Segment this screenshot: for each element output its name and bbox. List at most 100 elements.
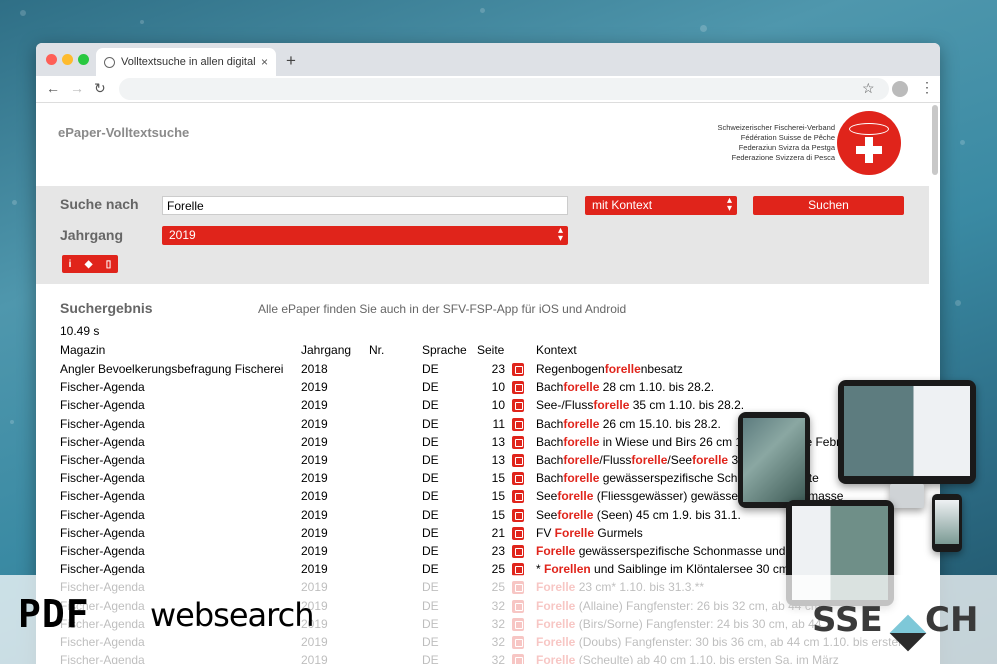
pdf-open-icon[interactable] (512, 363, 524, 376)
browser-menu-icon[interactable]: ⋮ (920, 79, 934, 96)
search-label: Suche nach (60, 196, 139, 212)
cell-magazin: Fischer-Agenda (60, 453, 145, 467)
cell-jahrgang: 2019 (301, 489, 328, 504)
pdf-open-icon[interactable] (512, 399, 524, 413)
close-tab-icon[interactable]: × (261, 55, 268, 69)
cell-magazin: Fischer-Agenda (60, 380, 145, 395)
cell-jahrgang: 2019 (301, 453, 328, 467)
cell-seite: 10 (491, 380, 505, 395)
column-header-kontext: Kontext (536, 343, 577, 357)
context-text: gewässerspezifische Schonmasse und (575, 544, 786, 558)
context-text: Bach (536, 416, 564, 431)
cell-seite: 23 (491, 362, 505, 376)
column-header-magazin: Magazin (60, 343, 106, 357)
cell-seite: 10 (491, 398, 505, 413)
cell-sprache: DE (422, 507, 439, 522)
column-header-jahrgang: Jahrgang (301, 343, 352, 357)
pdf-open-icon[interactable] (512, 454, 524, 467)
context-text: See (536, 489, 558, 504)
new-tab-button[interactable]: + (286, 51, 296, 71)
smartphone-image (932, 494, 962, 552)
pdf-open-icon[interactable] (512, 435, 524, 449)
search-hit-highlight: forelle (593, 398, 630, 413)
cell-magazin: Angler Bevoelkerungsbefragung Fischerei (60, 362, 284, 376)
cell-jahrgang: 2019 (301, 525, 328, 540)
tab-title: Volltextsuche in allen digitalen M (121, 56, 255, 68)
pdf-open-icon[interactable] (512, 381, 524, 395)
cell-sprache: DE (422, 453, 439, 467)
search-hit-highlight: forelle (557, 507, 594, 522)
search-input[interactable]: Forelle (162, 196, 568, 215)
cell-sprache: DE (422, 398, 439, 413)
cell-seite: 15 (491, 471, 505, 486)
search-button[interactable]: Suchen (753, 196, 904, 215)
context-text: Bach (536, 471, 564, 486)
cell-jahrgang: 2019 (301, 380, 328, 395)
page-scrollbar[interactable] (932, 105, 938, 175)
cell-magazin: Fischer-Agenda (60, 471, 145, 486)
reload-icon[interactable]: ↻ (94, 80, 106, 97)
cell-sprache: DE (422, 416, 439, 431)
column-header-seite: Seite (477, 343, 505, 357)
cell-kontext: FV Forelle Gurmels (536, 526, 643, 540)
cell-jahrgang: 2019 (301, 544, 328, 558)
profile-avatar-icon[interactable] (892, 81, 908, 97)
app-links: i ◆ ▯ (62, 255, 118, 273)
mobile-icon[interactable]: ▯ (106, 259, 112, 270)
swiss-cross-icon (856, 146, 882, 154)
pdf-open-icon[interactable] (512, 490, 524, 504)
page-title: ePaper-Volltextsuche (58, 125, 190, 140)
context-select[interactable]: mit Kontext ▴ ▾ (585, 196, 737, 215)
fish-icon (849, 123, 889, 135)
select-arrows-icon: ▴ ▾ (726, 195, 732, 214)
android-icon[interactable]: ◆ (85, 259, 93, 270)
maximize-window-button[interactable] (78, 54, 89, 65)
address-bar[interactable] (119, 78, 889, 100)
forward-arrow-icon[interactable]: → (70, 80, 84, 96)
pdf-open-icon[interactable] (512, 472, 524, 486)
ch-brand-text: CH (925, 600, 979, 640)
minimize-window-button[interactable] (62, 54, 73, 65)
cell-sprache: DE (422, 525, 439, 540)
search-hit-highlight: forelle (692, 453, 729, 467)
info-icon[interactable]: i (69, 259, 72, 270)
search-hit-highlight: forelle (631, 453, 668, 467)
pdf-brand-text: PDF (18, 592, 90, 636)
year-select[interactable]: 2019 ▴ ▾ (162, 226, 568, 245)
search-hit-highlight: forelle (563, 453, 600, 467)
cell-sprache: DE (422, 489, 439, 504)
cell-magazin: Fischer-Agenda (60, 434, 145, 449)
context-text: 26 cm 15.10. bis 28.2. (599, 416, 721, 431)
pdf-open-icon[interactable] (512, 508, 524, 522)
context-text: See-/Fluss (536, 398, 594, 413)
table-row[interactable]: Angler Bevoelkerungsbefragung Fischerei 2… (36, 362, 929, 380)
table-row[interactable]: Fischer-Agenda 2019 DE 10 Bachforelle 28 cm … (36, 380, 929, 398)
context-text: Bach (536, 453, 564, 467)
sfv-logo (837, 111, 901, 175)
cell-kontext: Bachforelle 26 cm 15.10. bis 28.2. (536, 417, 721, 431)
context-text: nbesatz (640, 362, 683, 376)
pdf-open-icon[interactable] (512, 545, 524, 558)
bookmark-star-icon[interactable]: ☆ (862, 80, 875, 97)
context-text: Bach (536, 380, 564, 395)
pdf-open-icon[interactable] (512, 526, 524, 540)
cell-kontext: See-/Flussforelle 35 cm 1.10. bis 28.2. (536, 398, 744, 412)
globe-icon (104, 56, 115, 68)
browser-tab[interactable]: Volltextsuche in allen digitalen M × (96, 48, 276, 76)
cell-seite: 13 (491, 434, 505, 449)
cell-jahrgang: 2018 (301, 362, 328, 376)
pdf-open-icon[interactable] (512, 417, 524, 431)
search-hit-highlight: Forelle (554, 525, 595, 540)
browser-toolbar: ← → ↻ ☆ ⋮ (36, 76, 940, 103)
context-text: See (536, 507, 558, 522)
sse-brand-text: SSE (812, 600, 883, 640)
search-time: 10.49 s (60, 324, 100, 338)
cell-magazin: Fischer-Agenda (60, 489, 145, 504)
desktop-monitor-image (838, 380, 976, 484)
cell-kontext: Bachforelle 28 cm 1.10. bis 28.2. (536, 380, 714, 394)
cell-jahrgang: 2019 (301, 507, 328, 522)
federation-names: Schweizerischer Fischerei-Verband Fédéra… (717, 123, 835, 162)
back-arrow-icon[interactable]: ← (46, 80, 60, 96)
close-window-button[interactable] (46, 54, 57, 65)
cell-magazin: Fischer-Agenda (60, 525, 145, 540)
